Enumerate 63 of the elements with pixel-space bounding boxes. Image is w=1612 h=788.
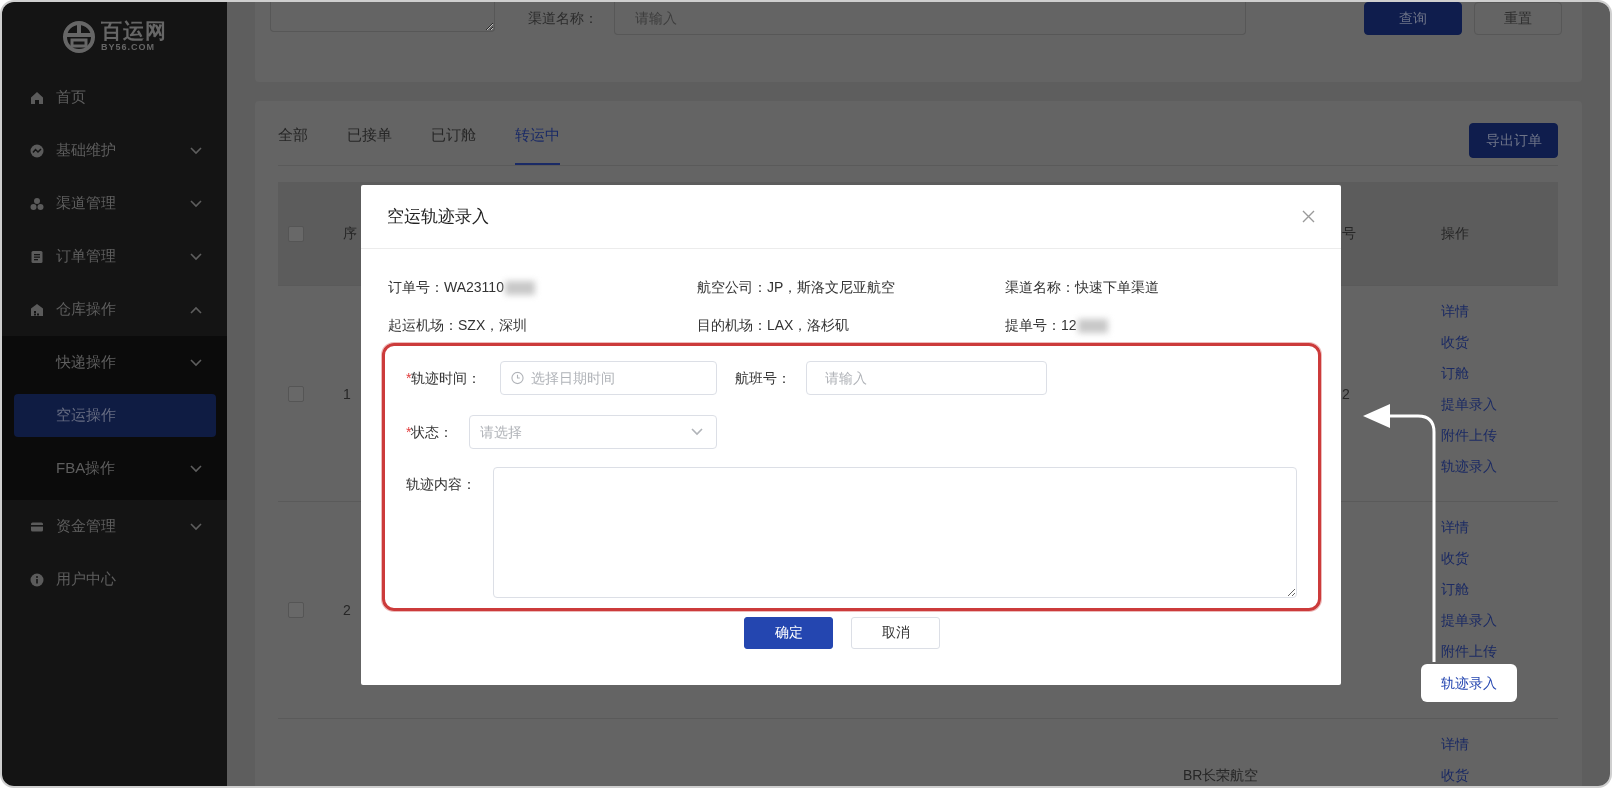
logo-domain-text: BY56.COM [101,42,155,53]
flight-number-field[interactable]: 请输入 [806,361,1047,395]
cancel-button[interactable]: 取消 [851,617,940,649]
tab[interactable]: 转运中 [515,113,560,165]
action-link[interactable]: 详情 [1441,729,1469,760]
home-icon [30,90,44,105]
action-link[interactable]: 附件上传 [1441,420,1497,451]
export-button[interactable]: 导出订单 [1469,123,1558,158]
info-text: 目的机场：LAX，洛杉矶 [697,317,850,333]
sidebar-item[interactable]: 快递操作 [2,336,227,389]
trend-icon [30,143,44,158]
info-text: 提单号：12 [1005,317,1077,333]
document-icon [30,249,44,264]
status-select[interactable]: 请选择 [469,415,717,449]
tab[interactable]: 已接单 [347,113,392,165]
sidebar-item[interactable]: 资金管理 [2,500,227,553]
sidebar-item[interactable]: 仓库操作 [2,283,227,336]
sidebar-item[interactable]: FBA操作 [2,442,227,495]
table-cell: BR长荣航空 [1183,767,1259,785]
field-label: 航班号： [735,369,792,388]
action-link[interactable]: 提单录入 [1441,389,1497,420]
field-label: 轨迹内容： [406,475,477,494]
action-link[interactable]: 详情 [1441,512,1469,543]
field-label: *轨迹时间： [406,369,483,388]
action-link[interactable]: 订舱 [1441,358,1469,389]
sidebar-item[interactable]: 首页 [2,71,227,124]
action-link[interactable]: 详情 [1441,296,1469,327]
info-text: 航空公司：JP，斯洛文尼亚航空 [697,279,896,295]
clock-icon [511,371,524,385]
info-text: 起运机场：SZX，深圳 [388,317,528,333]
date-time-field[interactable]: 选择日期时间 [500,361,717,395]
action-link[interactable]: 订舱 [1441,574,1469,605]
cluster-icon [30,196,44,211]
search-button[interactable]: 查询 [1364,2,1462,35]
tab[interactable]: 已订舱 [431,113,476,165]
tab[interactable]: 全部 [278,113,308,165]
table-cell: 2 [343,602,351,618]
info-icon [30,572,44,587]
sidebar-item[interactable]: 订单管理 [2,230,227,283]
action-link[interactable]: 轨迹录入 [1441,451,1497,482]
text-area-field[interactable] [270,2,495,32]
confirm-button[interactable]: 确定 [744,617,833,649]
warehouse-icon [30,302,44,317]
action-link[interactable]: 收货 [1441,543,1469,574]
action-link[interactable]: 提单录入 [1441,605,1497,636]
action-link[interactable]: 收货 [1441,760,1469,786]
table-cell: 1 [343,385,351,402]
dialog-title: 空运轨迹录入 [387,206,489,228]
sidebar-item[interactable]: 用户中心 [2,553,227,606]
sidebar-item[interactable]: 渠道管理 [2,177,227,230]
close-icon[interactable] [1302,210,1315,223]
action-link[interactable]: 轨迹录入 [1421,664,1517,702]
field-label: *状态： [406,423,455,442]
table-cell: 2 [1342,385,1350,402]
action-link[interactable]: 收货 [1441,327,1469,358]
content-textarea[interactable] [493,467,1297,598]
action-link[interactable]: 附件上传 [1441,636,1497,667]
logo-icon [62,20,96,53]
info-text: 订单号：WA23110 [388,279,504,295]
info-text: 渠道名称：快速下单渠道 [1005,279,1159,295]
sidebar-item[interactable]: 基础维护 [2,124,227,177]
logo-text: 百运网 [101,20,167,42]
sidebar-item[interactable]: 空运操作 [14,394,216,437]
